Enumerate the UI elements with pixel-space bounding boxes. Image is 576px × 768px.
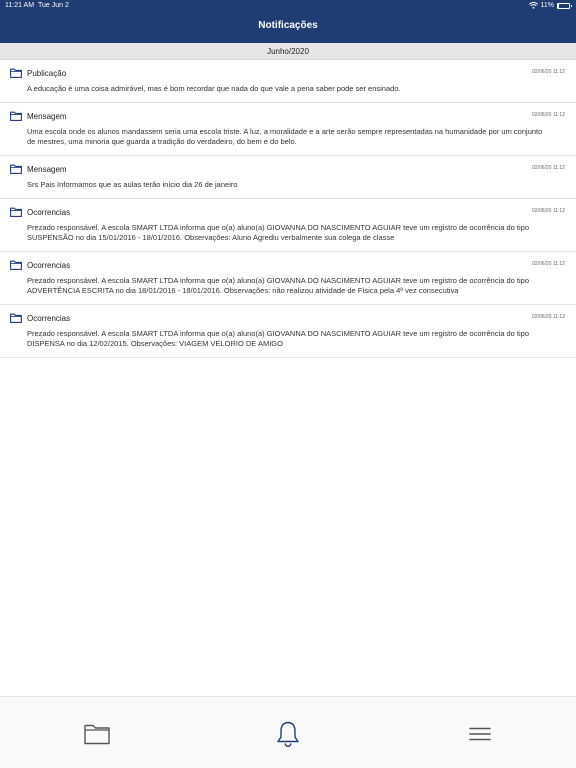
notification-category: Ocorrencias (27, 260, 71, 270)
notification-head: Ocorrencias (10, 206, 566, 218)
status-time: 11:21 AM (5, 2, 35, 9)
notification-timestamp: 02/06/20 11:12 (532, 69, 565, 75)
notification-message: A educação é uma coisa admirável, mas é … (27, 84, 401, 93)
notification-item[interactable]: Publicação 02/06/20 11:12 A educação é u… (0, 60, 576, 103)
navigation-header: 11:21 AM Tue Jun 2 11% Notificações (0, 0, 576, 43)
notification-message: Uma escola onde os alunos mandassem seri… (27, 127, 543, 146)
tab-notifications[interactable] (273, 719, 303, 749)
tab-bar (0, 696, 576, 768)
notification-message: Prezado responsável. A escola SMART LTDA… (27, 223, 530, 242)
wifi-icon (528, 2, 538, 9)
notification-head: Ocorrencias (10, 312, 566, 324)
folder-icon (84, 724, 110, 745)
notification-category: Publicação (27, 68, 67, 78)
notification-head: Mensagem (10, 163, 566, 175)
folder-icon (10, 313, 22, 323)
battery-percent: 11% (540, 2, 555, 9)
notification-timestamp: 02/06/20 11:12 (532, 314, 565, 320)
folder-icon (10, 164, 22, 174)
notification-timestamp: 02/06/20 11:12 (532, 112, 565, 118)
folder-icon (10, 260, 22, 270)
notification-category: Mensagem (27, 164, 67, 174)
folder-icon (10, 111, 22, 121)
notification-message: Prezado responsável. A escola SMART LTDA… (27, 329, 530, 348)
notification-message: Prezado responsável. A escola SMART LTDA… (27, 276, 530, 295)
notification-message: Srs Pais Informamos que as aulas terão i… (27, 180, 238, 189)
tab-folder[interactable] (82, 719, 112, 749)
notification-head: Publicação (10, 67, 566, 79)
battery-icon (557, 2, 572, 9)
page-title: Notificações (258, 20, 318, 31)
notification-category: Mensagem (27, 111, 67, 121)
notification-category: Ocorrencias (27, 313, 71, 323)
status-date: Tue Jun 2 (38, 2, 69, 9)
notification-timestamp: 02/06/20 11:12 (532, 208, 565, 214)
status-right: 11% (528, 2, 572, 9)
notification-item[interactable]: Ocorrencias 02/06/20 11:12 Prezado respo… (0, 305, 576, 358)
bell-icon (277, 721, 299, 747)
notification-head: Ocorrencias (10, 259, 566, 271)
notification-item[interactable]: Ocorrencias 02/06/20 11:12 Prezado respo… (0, 199, 576, 252)
tab-menu[interactable] (465, 719, 495, 749)
folder-icon (10, 207, 22, 217)
status-bar: 11:21 AM Tue Jun 2 11% (0, 0, 576, 12)
notification-category: Ocorrencias (27, 207, 71, 217)
notification-item[interactable]: Mensagem 02/06/20 11:12 Uma escola onde … (0, 103, 576, 156)
notification-timestamp: 02/06/20 11:12 (532, 165, 565, 171)
notification-item[interactable]: Mensagem 02/06/20 11:12 Srs Pais Informa… (0, 156, 576, 199)
notification-head: Mensagem (10, 110, 566, 122)
menu-icon (469, 727, 491, 741)
notification-item[interactable]: Ocorrencias 02/06/20 11:12 Prezado respo… (0, 252, 576, 305)
folder-icon (10, 68, 22, 78)
notification-timestamp: 02/06/20 11:12 (532, 261, 565, 267)
notification-list: Publicação 02/06/20 11:12 A educação é u… (0, 60, 576, 358)
battery-fill (558, 3, 560, 8)
section-header-month: Junho/2020 (0, 43, 576, 60)
